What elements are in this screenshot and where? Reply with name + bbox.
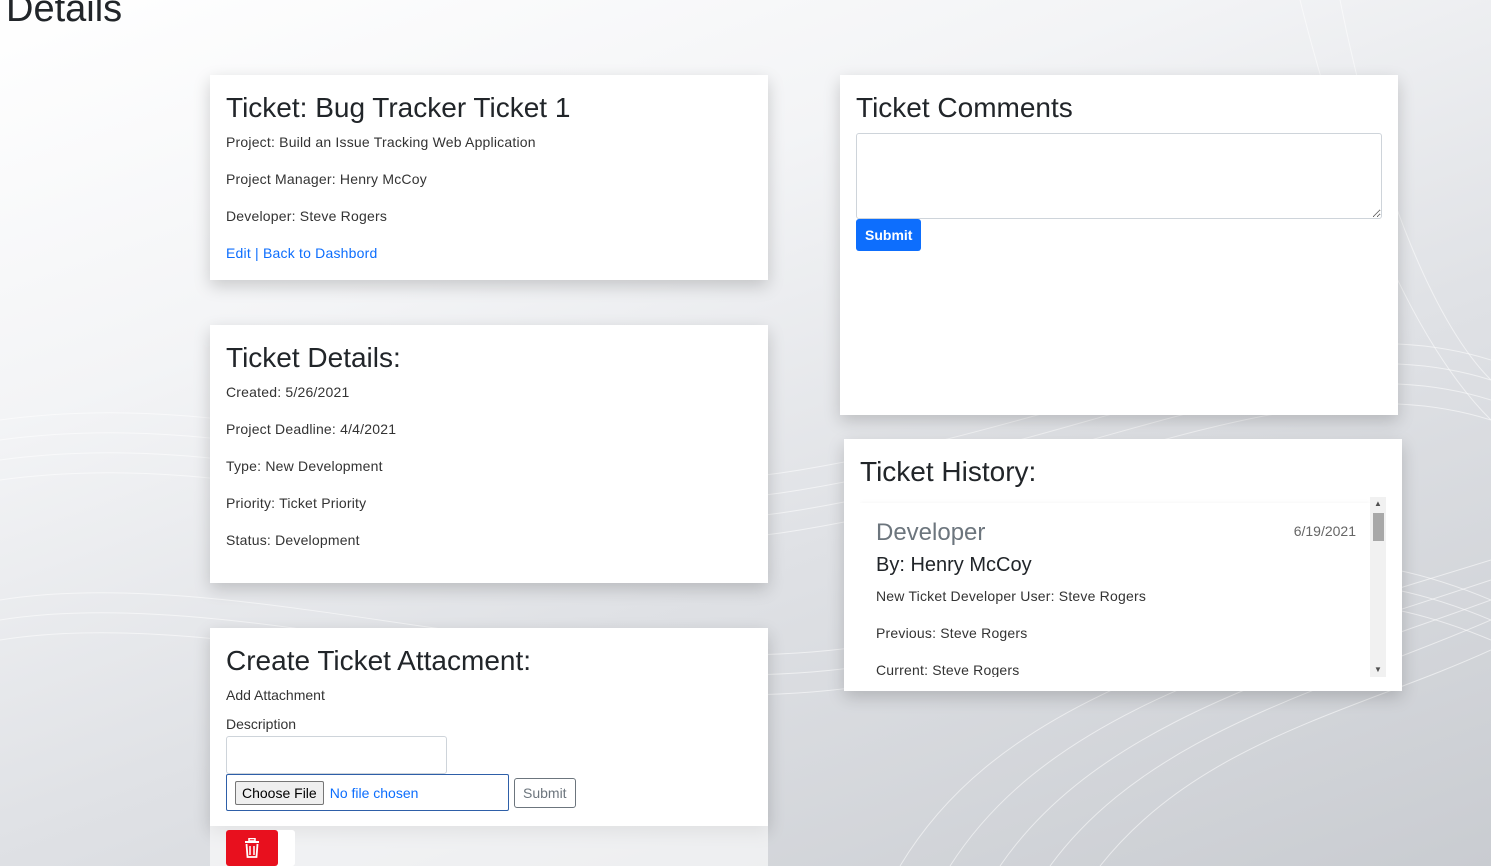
history-scrollbar[interactable]: ▲ ▼ <box>1370 497 1386 677</box>
scroll-up-arrow-icon[interactable]: ▲ <box>1370 497 1386 511</box>
history-scroll-area[interactable]: Developer 6/19/2021 By: Henry McCoy New … <box>860 497 1386 677</box>
details-created: Created: 5/26/2021 <box>226 384 350 400</box>
link-separator: | <box>250 245 263 261</box>
scroll-thumb[interactable] <box>1373 513 1384 541</box>
history-entry: Developer 6/19/2021 By: Henry McCoy New … <box>860 503 1370 677</box>
file-input[interactable]: Choose File No file chosen <box>226 774 509 811</box>
history-previous: Previous: Steve Rogers <box>876 625 1028 641</box>
delete-attachment-button[interactable] <box>226 830 278 866</box>
details-status: Status: Development <box>226 532 360 548</box>
description-label: Description <box>226 716 297 732</box>
add-attachment-label: Add Attachment <box>226 687 325 703</box>
ticket-card: Ticket: Bug Tracker Ticket 1 Project: Bu… <box>210 75 768 280</box>
ticket-actions: Edit | Back to Dashbord <box>226 246 752 261</box>
details-heading: Ticket Details: <box>226 342 401 373</box>
file-status: No file chosen <box>329 784 419 801</box>
trash-icon <box>245 838 259 858</box>
history-heading: Ticket History: <box>860 456 1037 487</box>
file-upload-row: Choose File No file chosen Submit <box>226 774 752 811</box>
details-deadline: Project Deadline: 4/4/2021 <box>226 421 397 437</box>
history-current: Current: Steve Rogers <box>876 662 1020 678</box>
comment-textarea[interactable] <box>856 133 1382 219</box>
ticket-manager: Project Manager: Henry McCoy <box>226 171 427 187</box>
details-type: Type: New Development <box>226 458 383 474</box>
scroll-down-arrow-icon[interactable]: ▼ <box>1370 663 1386 677</box>
comment-submit-button[interactable]: Submit <box>856 219 922 251</box>
comments-card: Ticket Comments Submit <box>840 75 1398 415</box>
details-priority: Priority: Ticket Priority <box>226 495 367 511</box>
attachment-card: Create Ticket Attacment: Add Attachment … <box>210 628 768 826</box>
history-card: Ticket History: Developer 6/19/2021 By: … <box>844 439 1402 691</box>
attachment-submit-button[interactable]: Submit <box>514 777 576 808</box>
choose-file-button[interactable]: Choose File <box>235 780 324 805</box>
history-by: By: Henry McCoy <box>876 554 1032 576</box>
back-to-dashboard-link[interactable]: Back to Dashbord <box>263 245 377 261</box>
edit-link[interactable]: Edit <box>226 245 251 261</box>
ticket-project: Project: Build an Issue Tracking Web App… <box>226 134 536 150</box>
attachment-heading: Create Ticket Attacment: <box>226 645 532 676</box>
history-role: Developer <box>876 519 986 546</box>
ticket-heading: Ticket: Bug Tracker Ticket 1 <box>226 92 571 123</box>
page-title: Details <box>6 0 123 30</box>
ticket-developer: Developer: Steve Rogers <box>226 208 388 224</box>
description-input[interactable] <box>226 736 447 774</box>
comments-heading: Ticket Comments <box>856 92 1073 123</box>
ticket-details-card: Ticket Details: Created: 5/26/2021 Proje… <box>210 325 768 583</box>
history-description: New Ticket Developer User: Steve Rogers <box>876 588 1147 604</box>
history-date: 6/19/2021 <box>1293 523 1356 539</box>
